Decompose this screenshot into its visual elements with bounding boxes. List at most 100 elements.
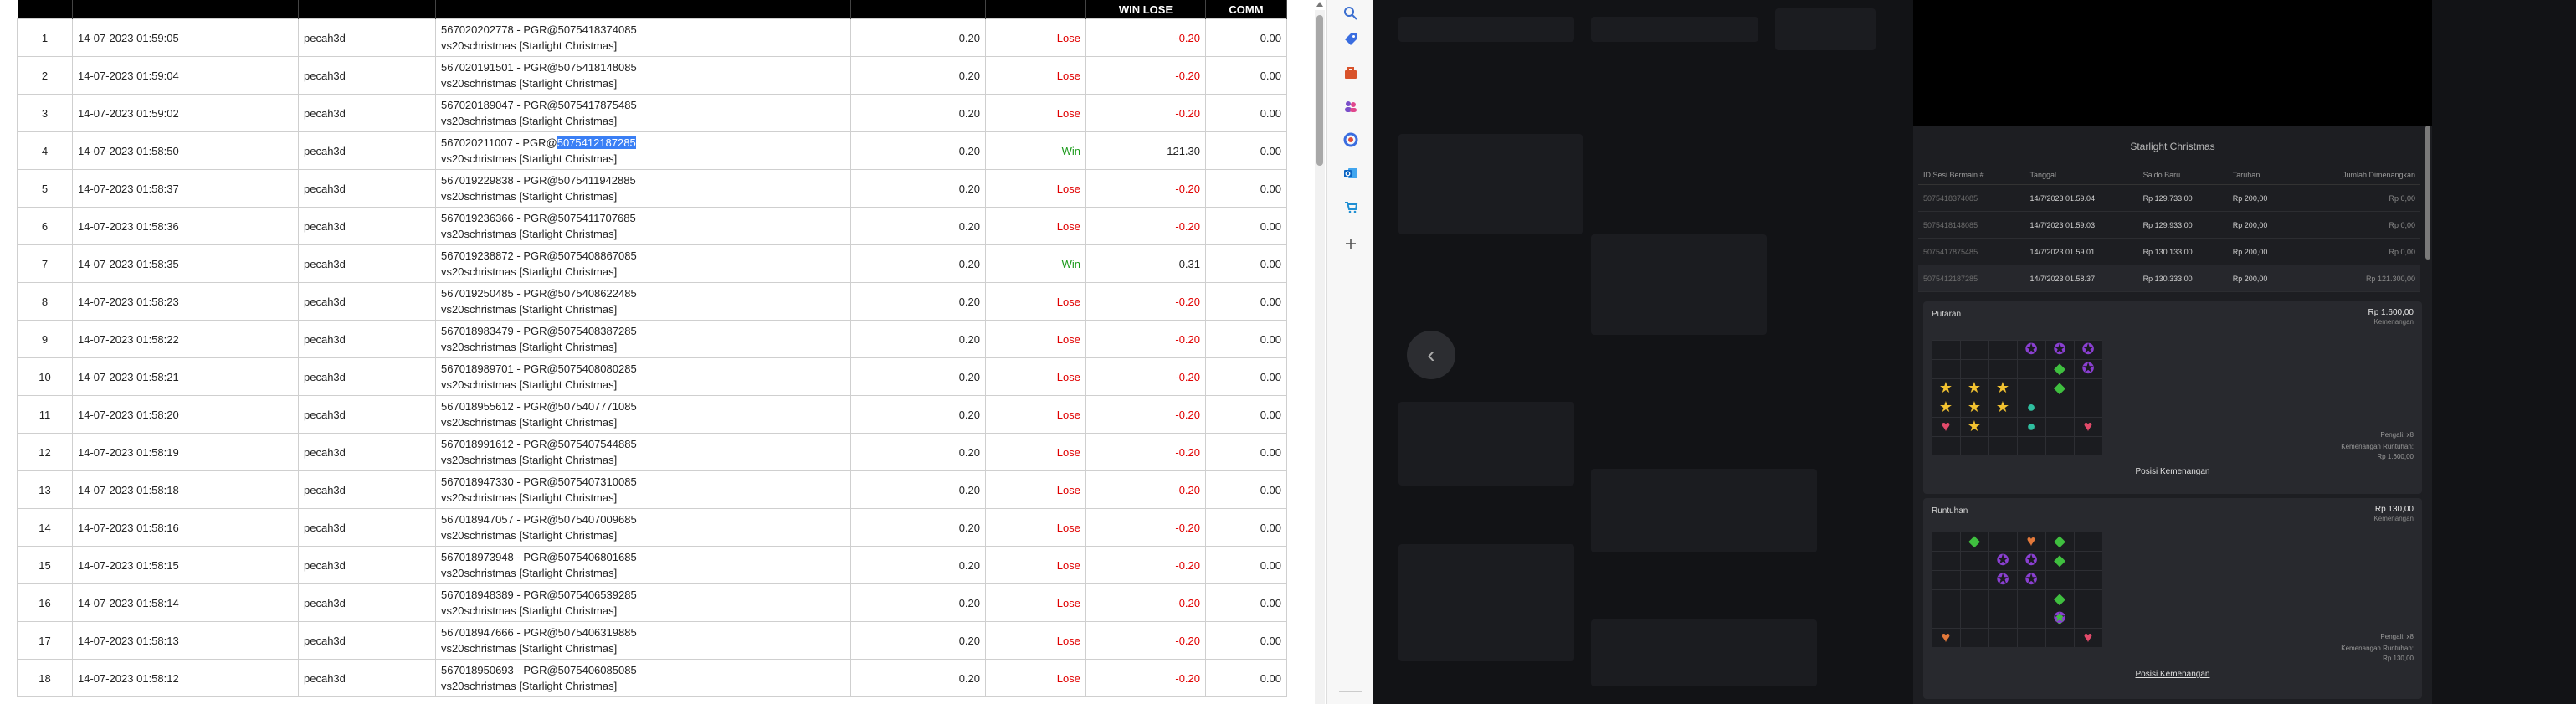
cell-result: Lose [985, 621, 1086, 660]
session-won: Rp 121.300,00 [2295, 265, 2420, 292]
cell-no: 6 [17, 207, 73, 245]
history-row[interactable]: 5075418148085 14/7/2023 01.59.03 Rp 129.93… [1918, 211, 2420, 239]
header-result [985, 0, 1086, 19]
tumble-title: Runtuhan [1932, 506, 1968, 516]
cell-result: Win [985, 131, 1086, 170]
green-gem-icon: ◆ [1968, 532, 1980, 549]
cell-user: pecah3d [298, 433, 436, 471]
cell-win-lose: -0.20 [1085, 546, 1206, 584]
office-icon[interactable] [1342, 131, 1359, 148]
tag-icon[interactable] [1342, 31, 1359, 48]
cell-result: Lose [985, 207, 1086, 245]
panel-scrollbar[interactable] [2425, 126, 2430, 260]
table-row: 6 14-07-2023 01:58:36 pecah3d 567019236366 … [17, 207, 1287, 245]
green-gem-icon: ◆ [2054, 590, 2065, 607]
cell-date: 14-07-2023 01:58:20 [72, 395, 299, 434]
history-header: Tanggal [2024, 166, 2138, 185]
game-line: vs20schristmas [Starlight Christmas] [441, 115, 618, 127]
red-ornament-icon: ♥ [2083, 418, 2093, 434]
cell-comm: 0.00 [1205, 508, 1287, 547]
cell-bet: 0.20 [850, 508, 986, 547]
session-balance: Rp 130.133,00 [2137, 238, 2228, 265]
people-icon[interactable] [1342, 98, 1359, 115]
cell-info: 567019250485 - PGR@5075408622485 vs20schr… [435, 282, 851, 321]
tumble-win-position-link[interactable]: Posisi Kemenangan [1923, 670, 2422, 679]
bet-id-line: 567018973948 - PGR@5075406801685 [441, 551, 637, 563]
cell-win-lose: -0.20 [1085, 18, 1206, 57]
cell-no: 10 [17, 357, 73, 396]
bet-id-line: 567020189047 - PGR@5075417875485 [441, 99, 637, 111]
cell-comm: 0.00 [1205, 169, 1287, 208]
cell-date: 14-07-2023 01:58:23 [72, 282, 299, 321]
cell-user: pecah3d [298, 621, 436, 660]
cell-user: pecah3d [298, 282, 436, 321]
tumble-amount-label: Kemenangan [2373, 515, 2414, 522]
cell-no: 18 [17, 659, 73, 697]
blurred-ui [1591, 619, 1817, 686]
session-balance: Rp 130.333,00 [2137, 265, 2228, 292]
browser-sidebar [1326, 0, 1373, 704]
scrollbar-thumb[interactable] [1316, 15, 1323, 166]
cell-result: Lose [985, 94, 1086, 132]
cell-date: 14-07-2023 01:58:15 [72, 546, 299, 584]
cell-user: pecah3d [298, 320, 436, 358]
session-balance: Rp 129.933,00 [2137, 211, 2228, 239]
game-line: vs20schristmas [Starlight Christmas] [441, 529, 618, 542]
green-gem-icon: ◆ [2054, 552, 2065, 568]
game-line: vs20schristmas [Starlight Christmas] [441, 491, 618, 504]
cell-info: 567020211007 - PGR@5075412187285 vs20schr… [435, 131, 851, 170]
history-header: Saldo Baru [2137, 166, 2228, 185]
cell-bet: 0.20 [850, 433, 986, 471]
outlook-icon[interactable] [1342, 165, 1359, 182]
tumble-multiplier: Pengali: x8 [2380, 633, 2414, 640]
red-ornament-icon: ♥ [1941, 418, 1951, 434]
cell-win-lose: -0.20 [1085, 169, 1206, 208]
game-line: vs20schristmas [Starlight Christmas] [441, 190, 618, 203]
session-bet: Rp 200,00 [2227, 184, 2296, 212]
blurred-ui [1398, 544, 1574, 661]
cell-result: Lose [985, 546, 1086, 584]
purple-ornament-icon: ✪ [2024, 341, 2038, 357]
game-line: vs20schristmas [Starlight Christmas] [441, 341, 618, 353]
table-row: 7 14-07-2023 01:58:35 pecah3d 567019238872 … [17, 244, 1287, 283]
bet-id-line: 567018989701 - PGR@5075408080285 [441, 362, 637, 375]
cell-win-lose: -0.20 [1085, 357, 1206, 396]
bet-history-table: WIN LOSE COMM 1 14-07-2023 01:59:05 pecah3… [17, 0, 1287, 697]
cell-result: Lose [985, 18, 1086, 57]
toolbox-icon[interactable] [1342, 64, 1359, 81]
scroll-up-arrow[interactable] [1316, 2, 1323, 7]
cell-result: Lose [985, 169, 1086, 208]
cell-bet: 0.20 [850, 659, 986, 697]
blurred-ui [1591, 17, 1758, 42]
history-row[interactable]: 5075412187285 14/7/2023 01.58.37 Rp 130.33… [1918, 265, 2420, 292]
bet-id-line: 567020211007 - PGR@ [441, 136, 557, 149]
session-bet: Rp 200,00 [2227, 265, 2296, 292]
history-header: Taruhan [2227, 166, 2296, 185]
back-arrow-icon[interactable]: ‹ [1407, 331, 1455, 379]
add-icon[interactable] [1342, 235, 1359, 252]
cell-comm: 0.00 [1205, 621, 1287, 660]
game-line: vs20schristmas [Starlight Christmas] [441, 152, 618, 165]
spin-amount-label: Kemenangan [2373, 318, 2414, 326]
selected-text[interactable]: 5075412187285 [557, 136, 636, 149]
history-row[interactable]: 5075418374085 14/7/2023 01.59.04 Rp 129.73… [1918, 184, 2420, 212]
session-id: 5075418374085 [1918, 184, 2025, 212]
session-balance: Rp 129.733,00 [2137, 184, 2228, 212]
green-gem-icon: ◆ [2054, 532, 2065, 549]
cell-date: 14-07-2023 01:58:13 [72, 621, 299, 660]
vertical-scrollbar[interactable] [1315, 2, 1325, 704]
game-line: vs20schristmas [Starlight Christmas] [441, 378, 618, 391]
game-history-panel: Starlight Christmas ID Sesi Bermain # Tan… [1913, 0, 2432, 704]
cell-win-lose: -0.20 [1085, 207, 1206, 245]
history-row[interactable]: 5075417875485 14/7/2023 01.59.01 Rp 130.13… [1918, 238, 2420, 265]
blurred-ui [1775, 8, 1876, 50]
search-icon[interactable] [1342, 5, 1359, 22]
cell-no: 2 [17, 56, 73, 95]
game-line: vs20schristmas [Starlight Christmas] [441, 303, 618, 316]
bet-id-line: 567020202778 - PGR@5075418374085 [441, 23, 637, 36]
cell-comm: 0.00 [1205, 244, 1287, 283]
shopping-icon[interactable] [1342, 198, 1359, 215]
spin-win-position-link[interactable]: Posisi Kemenangan [1923, 467, 2422, 476]
cell-info: 567018973948 - PGR@5075406801685 vs20schr… [435, 546, 851, 584]
sidebar-divider [1339, 691, 1362, 692]
